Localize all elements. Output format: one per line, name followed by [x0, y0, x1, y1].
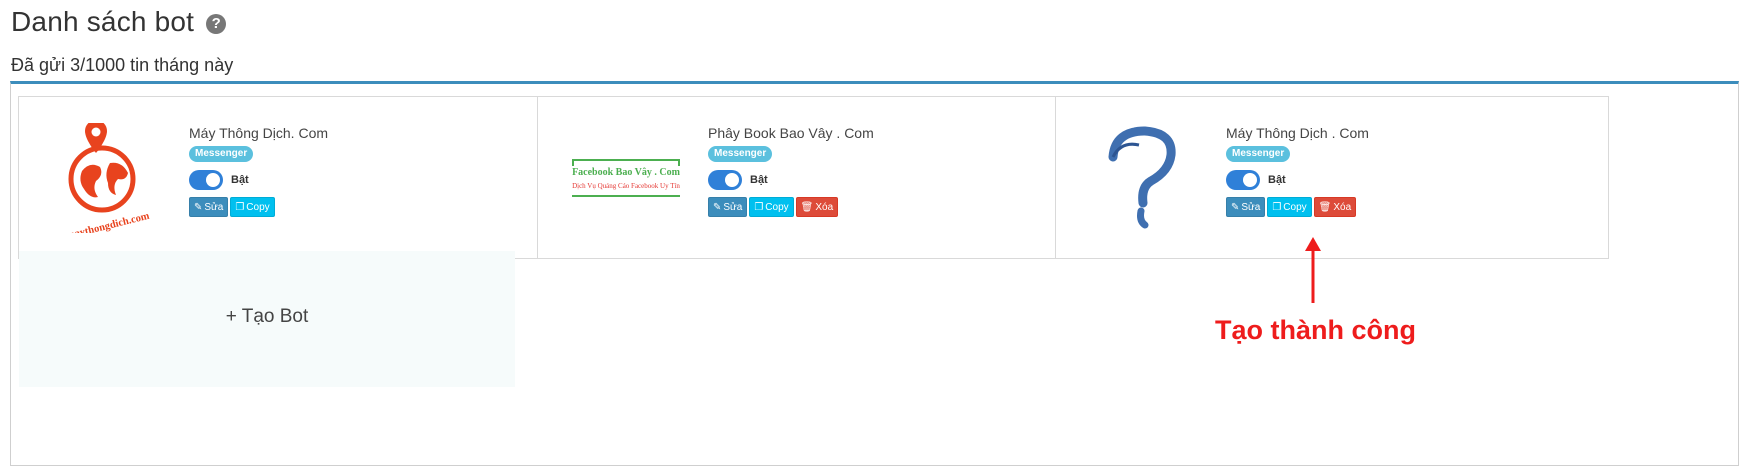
copy-icon: ❐ [754, 201, 764, 213]
bot-actions: ✎ Sửa ❐ Copy 🗑 Xóa [708, 197, 874, 217]
bot-actions: ✎ Sửa ❐ Copy [189, 197, 328, 217]
edit-icon: ✎ [713, 201, 722, 213]
logo-line-2: Dịch Vụ Quảng Cáo Facebook Uy Tín [572, 181, 680, 190]
status-row: Bật [189, 170, 328, 190]
status-toggle[interactable] [189, 170, 223, 190]
status-label: Bật [231, 174, 249, 186]
status-toggle[interactable] [708, 170, 742, 190]
edit-label: Sửa [204, 201, 224, 213]
bot-name: Máy Thông Dịch. Com [189, 125, 329, 141]
edit-button[interactable]: ✎ Sửa [708, 197, 748, 217]
create-bot-label: + Tạo Bot [225, 306, 309, 327]
status-label: Bật [1268, 174, 1286, 186]
copy-button[interactable]: ❐ Copy [230, 197, 275, 217]
annotation-arrow-up-icon [1305, 237, 1321, 303]
bot-logo: maythongdich.com [27, 105, 187, 250]
edit-label: Sửa [723, 201, 743, 213]
toggle-knob [1243, 173, 1257, 187]
copy-icon: ❐ [235, 201, 245, 213]
annotation-success-text: Tạo thành công [1215, 315, 1416, 345]
question-mark-placeholder-logo [1108, 125, 1176, 228]
status-label: Bật [750, 174, 768, 186]
status-row: Bật [1226, 170, 1369, 190]
create-bot-card[interactable]: + Tạo Bot [19, 251, 515, 387]
status-toggle[interactable] [1226, 170, 1260, 190]
copy-button[interactable]: ❐ Copy [749, 197, 794, 217]
bot-name: Máy Thông Dịch . Com [1226, 125, 1369, 141]
sent-quota-text: Đã gửi 3/1000 tin tháng này [11, 55, 234, 75]
maythongdich-globe-logo: maythongdich.com [65, 122, 151, 233]
delete-label: Xóa [1333, 201, 1352, 213]
copy-icon: ❐ [1272, 201, 1282, 213]
edit-button[interactable]: ✎ Sửa [1226, 197, 1266, 217]
logo-text: maythongdich.com [65, 210, 151, 232]
delete-label: Xóa [815, 201, 834, 213]
question-circle-icon[interactable]: ? [206, 13, 227, 34]
facebook-bao-vay-logo: Facebook Bao Vây . Com Dịch Vụ Quảng Cáo… [572, 158, 680, 197]
channel-badge: Messenger [189, 146, 254, 162]
copy-label: Copy [765, 201, 789, 213]
copy-button[interactable]: ❐ Copy [1267, 197, 1312, 217]
edit-label: Sửa [1241, 201, 1261, 213]
bot-card: maythongdich.com Máy Thông Dịch. Com Mes… [18, 96, 572, 259]
toggle-knob [725, 173, 739, 187]
bot-info: Máy Thông Dịch. Com Messenger Bật ✎ Sửa ❐… [189, 125, 328, 217]
status-row: Bật [708, 170, 874, 190]
bot-logo [1064, 105, 1224, 250]
copy-label: Copy [1283, 201, 1307, 213]
copy-label: Copy [246, 201, 270, 213]
channel-badge: Messenger [708, 146, 773, 162]
logo-line-1: Facebook Bao Vây . Com [572, 166, 680, 178]
bot-logo: Facebook Bao Vây . Com Dịch Vụ Quảng Cáo… [546, 105, 706, 250]
bot-info: Máy Thông Dịch . Com Messenger Bật ✎ Sửa … [1226, 125, 1369, 217]
channel-badge: Messenger [1226, 146, 1291, 162]
bot-info: Phây Book Bao Vây . Com Messenger Bật ✎ S… [708, 125, 874, 217]
bot-actions: ✎ Sửa ❐ Copy 🗑 Xóa [1226, 197, 1369, 217]
trash-icon: 🗑 [800, 201, 814, 213]
edit-icon: ✎ [1231, 201, 1240, 213]
page-title: Danh sách bot [11, 6, 195, 37]
delete-button[interactable]: 🗑 Xóa [795, 197, 839, 217]
edit-icon: ✎ [194, 201, 203, 213]
delete-button[interactable]: 🗑 Xóa [1313, 197, 1357, 217]
trash-icon: 🗑 [1318, 201, 1332, 213]
bot-name: Phây Book Bao Vây . Com [708, 125, 874, 141]
bot-card: Máy Thông Dịch . Com Messenger Bật ✎ Sửa … [1055, 96, 1609, 259]
bot-card: Facebook Bao Vây . Com Dịch Vụ Quảng Cáo… [537, 96, 1091, 259]
bot-list-panel: maythongdich.com Máy Thông Dịch. Com Mes… [10, 81, 1739, 466]
toggle-knob [206, 173, 220, 187]
edit-button[interactable]: ✎ Sửa [189, 197, 229, 217]
page-header: Danh sách bot ? [11, 6, 227, 38]
